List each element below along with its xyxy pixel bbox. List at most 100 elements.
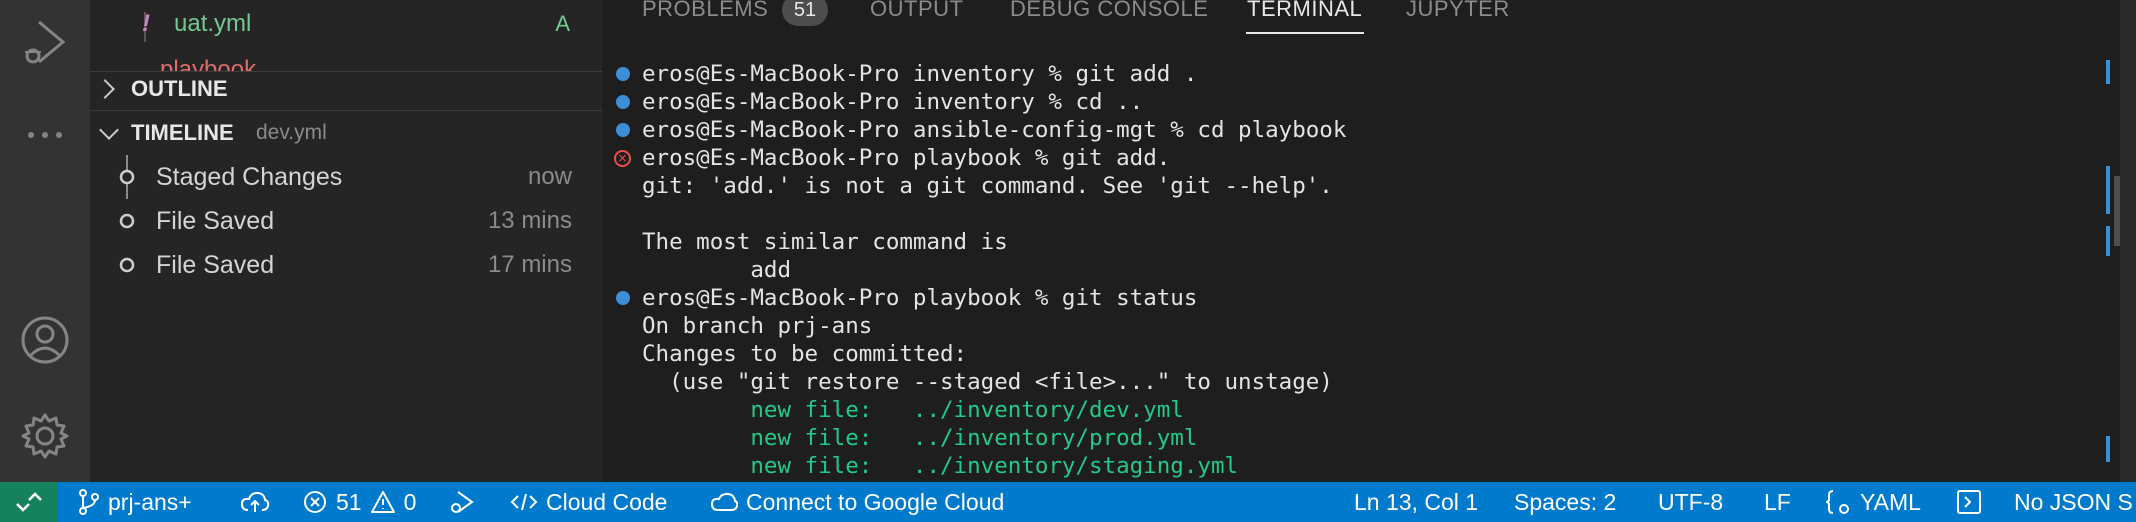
warning-count: 0	[403, 488, 417, 515]
encoding-label: UTF-8	[1658, 488, 1724, 515]
terminal-line-text: eros@Es-MacBook-Pro ansible-config-mgt %…	[642, 117, 1347, 143]
cursor-position-label: Ln 13, Col 1	[1354, 488, 1479, 515]
explorer-file-name: uat.yml	[174, 10, 252, 37]
terminal-box-icon	[1957, 490, 1981, 514]
connect-cloud-status[interactable]: Connect to Google Cloud	[710, 482, 1004, 522]
eol-status[interactable]: LF	[1764, 482, 1791, 522]
connect-cloud-label: Connect to Google Cloud	[746, 488, 1005, 515]
language-status[interactable]: YAML	[1824, 482, 1921, 522]
cloud-icon	[710, 492, 738, 511]
file-git-status: A	[555, 11, 570, 36]
error-count: 51	[336, 488, 362, 515]
terminal-line-text: On branch prj-ans	[642, 313, 873, 339]
terminal-line-text: git: 'add.' is not a git command. See 'g…	[642, 173, 1333, 199]
terminal-line-text: The most similar command is	[642, 229, 1008, 255]
scroll-marker	[2106, 436, 2110, 462]
braces-icon	[1825, 490, 1849, 514]
error-icon	[304, 491, 326, 513]
terminal-line: On branch prj-ans	[642, 312, 872, 340]
terminal-line: add	[642, 256, 791, 284]
terminal-line-text: new file: ../inventory/dev.yml	[642, 397, 1184, 423]
terminal-output[interactable]: eros@Es-MacBook-Pro inventory % git add …	[614, 60, 2082, 480]
terminal-line: new file: ../inventory/staging.yml	[642, 452, 1238, 480]
terminal-line-text: eros@Es-MacBook-Pro inventory % git add …	[642, 61, 1198, 87]
indentation-status[interactable]: Spaces: 2	[1514, 482, 1616, 522]
status-bar: prj-ans+ 51 0 Cloud Code Connect to Goog…	[0, 482, 2136, 522]
encoding-status[interactable]: UTF-8	[1658, 482, 1723, 522]
timeline-node-icon	[119, 257, 135, 273]
code-icon	[510, 493, 538, 511]
terminal-line: eros@Es-MacBook-Pro inventory % cd ..	[616, 88, 1143, 116]
debug-status[interactable]	[448, 482, 484, 522]
timeline-item-label: Staged Changes	[156, 162, 343, 191]
gear-icon[interactable]	[0, 408, 90, 464]
branch-status[interactable]: prj-ans+	[78, 482, 192, 522]
accounts-icon[interactable]	[0, 312, 90, 368]
terminal-line: (use "git restore --staged <file>..." to…	[642, 368, 1333, 396]
outline-section-header[interactable]: OUTLINE	[90, 67, 602, 111]
activity-bar	[0, 0, 90, 482]
timeline-item[interactable]: File Saved 17 mins	[90, 243, 602, 287]
branch-name: prj-ans+	[108, 488, 192, 515]
cursor-position[interactable]: Ln 13, Col 1	[1354, 482, 1478, 522]
feedback-status[interactable]	[1956, 482, 1990, 522]
terminal-line-text: eros@Es-MacBook-Pro playbook % git add.	[642, 145, 1171, 171]
json-schema-label: No JSON S	[2014, 488, 2133, 515]
timeline-section-header[interactable]: TIMELINE dev.yml	[90, 111, 602, 155]
terminal-line-text: add	[642, 257, 792, 283]
run-debug-icon[interactable]	[0, 10, 90, 74]
yaml-file-icon: !	[142, 10, 150, 37]
cloud-upload-icon	[240, 491, 270, 512]
command-success-icon	[616, 95, 630, 109]
command-error-icon: ×	[614, 150, 631, 167]
json-schema-status[interactable]: No JSON S	[2014, 482, 2133, 522]
terminal-line: eros@Es-MacBook-Pro inventory % git add …	[616, 60, 1198, 88]
problems-status[interactable]: 51 0	[302, 482, 416, 522]
timeline-item-time: now	[527, 163, 572, 190]
terminal-line-text: new file: ../inventory/prod.yml	[642, 425, 1198, 451]
timeline-title: TIMELINE	[131, 120, 234, 145]
cloud-code-status[interactable]: Cloud Code	[510, 482, 667, 522]
vertical-scrollbar[interactable]	[2120, 0, 2136, 482]
chevron-down-icon	[99, 120, 119, 140]
terminal-line: git: 'add.' is not a git command. See 'g…	[642, 172, 1333, 200]
timeline-node-icon	[119, 155, 135, 199]
panel: PROBLEMS 51 OUTPUT DEBUG CONSOLE TERMINA…	[602, 0, 2136, 482]
sync-status[interactable]	[240, 482, 278, 522]
terminal-line-text: (use "git restore --staged <file>..." to…	[642, 369, 1333, 395]
sidebar: ! uat.yml A playbook OUTLINE TIMELINE de…	[90, 0, 602, 482]
indentation-label: Spaces: 2	[1514, 488, 1617, 515]
panel-tabs: PROBLEMS 51 OUTPUT DEBUG CONSOLE TERMINA…	[602, 0, 2136, 40]
cloud-code-label: Cloud Code	[546, 488, 668, 515]
scroll-marker	[2106, 166, 2110, 214]
language-label: YAML	[1860, 488, 1921, 515]
warning-icon	[370, 491, 395, 513]
timeline-item-label: File Saved	[156, 250, 275, 279]
problems-count-badge: 51	[782, 0, 828, 26]
terminal-line-text: new file: ../inventory/staging.yml	[642, 453, 1239, 479]
tab-jupyter[interactable]: JUPYTER	[1406, 0, 1510, 22]
timeline-item[interactable]: Staged Changes now	[90, 155, 602, 199]
tab-debug-console[interactable]: DEBUG CONSOLE	[1010, 0, 1208, 22]
chevron-right-icon	[95, 79, 115, 99]
remote-indicator[interactable]	[0, 482, 58, 522]
terminal-line-text: eros@Es-MacBook-Pro playbook % git statu…	[642, 285, 1198, 311]
scroll-marker	[2106, 226, 2110, 256]
timeline-item[interactable]: File Saved 13 mins	[90, 199, 602, 243]
timeline-item-time: 17 mins	[487, 251, 572, 278]
terminal-line: Changes to be committed:	[642, 340, 967, 368]
remote-icon	[16, 492, 42, 512]
outline-title: OUTLINE	[131, 76, 228, 101]
timeline-item-label: File Saved	[156, 206, 275, 235]
explorer-file-row[interactable]: ! uat.yml A	[90, 6, 602, 42]
debug-icon	[451, 491, 474, 513]
terminal-line: new file: ../inventory/prod.yml	[642, 424, 1197, 452]
tab-terminal[interactable]: TERMINAL	[1247, 0, 1362, 22]
scroll-marker	[2106, 60, 2110, 84]
more-icon[interactable]	[0, 120, 90, 150]
command-success-icon	[616, 67, 630, 81]
git-branch-icon	[79, 489, 99, 515]
command-success-icon	[616, 291, 630, 305]
tab-problems[interactable]: PROBLEMS	[642, 0, 768, 22]
tab-output[interactable]: OUTPUT	[870, 0, 963, 22]
